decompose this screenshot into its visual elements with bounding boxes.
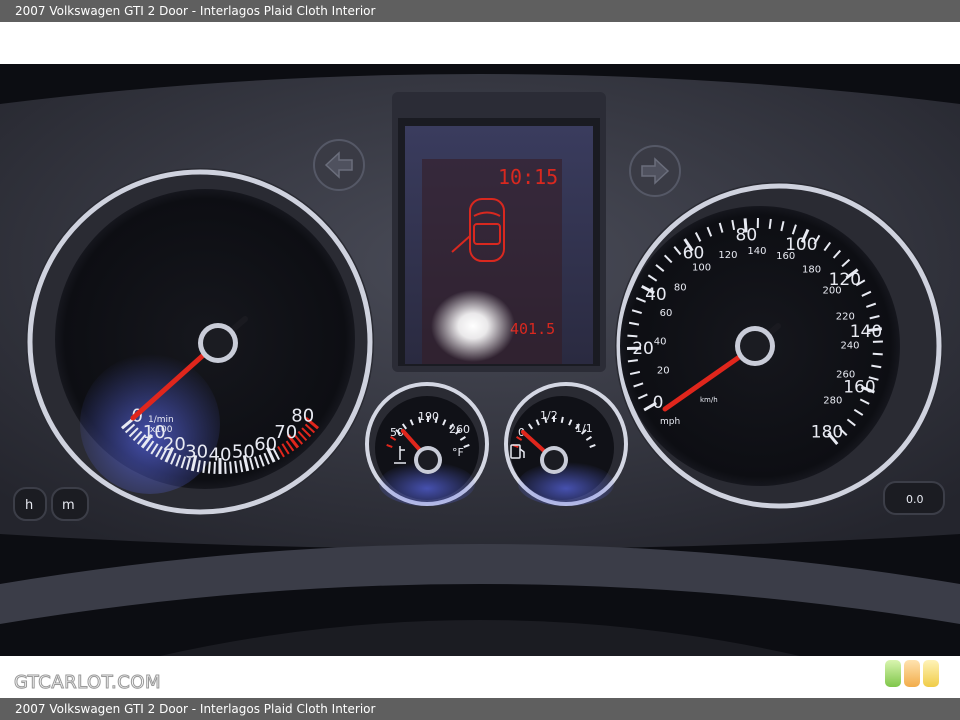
speedometer-kmh-label: 180 [802,265,821,276]
speedometer-label: 60 [683,243,705,263]
speedometer-unit-mph: mph [660,417,680,427]
tachometer-label: 20 [163,434,186,455]
caption-bar-top: 2007 Volkswagen GTI 2 Door - Interlagos … [0,0,960,22]
minute-button[interactable]: m [51,487,89,521]
tachometer-label: 30 [185,442,208,463]
tachometer-unit-multiplier: x100 [150,425,173,435]
trip-reset-button[interactable]: 0.0 [883,481,945,515]
fuel-tick [560,416,564,423]
speedometer-kmh-label: 220 [836,312,855,323]
speedometer-unit-kmh: km/h [700,396,718,404]
speedometer-label: 0 [653,393,664,413]
light-glare [431,290,515,362]
hour-button[interactable]: h [13,487,47,521]
fuel-label-half: 1/2 [540,409,558,422]
speedometer-kmh-label: 20 [657,366,670,377]
gtcarlot-watermark: GTCARLOT.COM [13,672,162,694]
coolant-unit: °F [452,446,464,459]
fuel-label-full: 1/1 [575,422,593,435]
speedometer-kmh-label: 280 [823,395,842,406]
speedometer-kmh-label: 120 [718,250,737,261]
speedometer-kmh-label: 140 [747,246,766,257]
speedometer-tick [627,334,638,338]
speedometer-kmh-label: 40 [654,337,667,348]
speedometer-kmh-label: 240 [840,340,859,351]
speedometer-label: 180 [811,423,843,443]
coolant-label-high: 260 [449,423,470,436]
display-clock: 10:15 [498,165,558,189]
coolant-label-mid: 190 [418,410,439,423]
dashboard-photo: 01020304050607080 1/min x100 02040608010… [0,64,960,656]
fuel-gauge: 0 1/2 1/1 [504,382,628,506]
tachometer-unit-label: 1/min [148,415,174,425]
speedometer-kmh-label: 80 [674,282,687,293]
hour-button-label: h [25,498,33,513]
speedometer-label: 80 [736,225,758,245]
speedometer-kmh-label: 60 [660,308,673,319]
trip-reset-label: 0.0 [906,493,924,506]
display-odometer: 401.5 [510,320,555,338]
tachometer-label: 50 [232,442,255,463]
speedometer-kmh-label: 100 [692,262,711,273]
instrument-cluster: 01020304050607080 1/min x100 02040608010… [0,64,960,656]
speedometer: 020406080 100120140160180 20406080100120 1… [615,182,943,510]
right-turn-signal-icon [629,145,681,197]
minute-button-label: m [62,498,75,513]
speedometer-label: 140 [850,322,882,342]
speedometer-kmh-label: 260 [836,369,855,380]
tachometer: 01020304050607080 1/min x100 [26,168,374,516]
speedometer-tick [627,359,638,363]
tachometer-label: 80 [291,406,314,427]
speedometer-tick [872,352,883,356]
multifunction-display: 10:15 401.5 [392,92,606,372]
tachometer-label: 40 [209,444,232,465]
speedometer-tick [768,218,772,230]
speedometer-kmh-label: 160 [776,251,795,262]
speedometer-kmh-label: 200 [823,285,842,296]
caption-text: 2007 Volkswagen GTI 2 Door - Interlagos … [15,4,376,18]
coolant-gauge: 50 190 260 °F [365,382,489,506]
caption-text: 2007 Volkswagen GTI 2 Door - Interlagos … [15,702,376,716]
traffic-light-logo-icon [885,660,945,688]
speedometer-label: 160 [843,377,875,397]
left-turn-signal-icon [313,139,365,191]
speedometer-label: 40 [645,285,667,305]
caption-bar-bottom: 2007 Volkswagen GTI 2 Door - Interlagos … [0,698,960,720]
speedometer-label: 20 [632,339,654,359]
